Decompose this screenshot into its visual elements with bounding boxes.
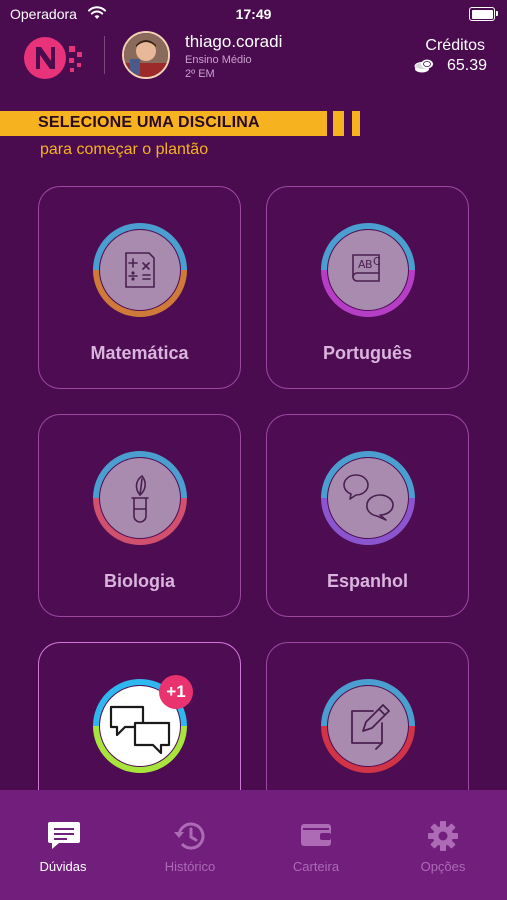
subject-card-matematica[interactable]: Matemática — [38, 186, 241, 389]
history-icon — [173, 820, 207, 857]
subject-ring — [91, 449, 189, 547]
tab-historico[interactable]: Histórico — [127, 790, 253, 880]
subject-ring — [91, 221, 189, 319]
banner-subtitle: para começar o plantão — [40, 141, 209, 158]
subject-card-portugues[interactable]: A B C Português — [266, 186, 469, 389]
subject-label: Biologia — [104, 571, 175, 591]
tab-label: Dúvidas — [39, 859, 87, 874]
header-divider — [104, 36, 105, 74]
banner-accent-bar — [352, 111, 360, 136]
svg-text:B: B — [365, 258, 373, 271]
avatar[interactable] — [122, 31, 170, 79]
banner-title: SELECIONE UMA DISCILINA — [38, 114, 260, 131]
chat-icon — [47, 820, 81, 855]
tab-bar: Dúvidas Histórico Carteira Opções — [0, 790, 507, 900]
subject-label: Português — [322, 343, 412, 363]
subject-card-biologia[interactable]: Biologia — [38, 414, 241, 617]
svg-text:C: C — [373, 255, 381, 268]
user-name: thiago.coradi — [185, 32, 283, 51]
subject-card-espanhol[interactable]: Espanhol — [266, 414, 469, 617]
tab-opcoes[interactable]: Opções — [380, 790, 506, 880]
banner-accent-bar — [333, 111, 344, 136]
user-grade: 2º EM — [185, 68, 215, 80]
tab-label: Opções — [420, 859, 466, 874]
subject-label: Espanhol — [326, 571, 408, 591]
tab-carteira[interactable]: Carteira — [253, 790, 379, 880]
status-time: 17:49 — [235, 6, 272, 22]
app-logo — [22, 34, 86, 91]
user-level: Ensino Médio — [185, 54, 252, 66]
coin-icon — [414, 58, 434, 79]
battery-icon — [469, 7, 498, 21]
wallet-icon — [299, 820, 333, 855]
credits-label: Créditos — [425, 37, 485, 54]
tab-label: Carteira — [292, 859, 340, 874]
gear-icon — [426, 820, 460, 857]
subject-ring — [319, 449, 417, 547]
tab-duvidas[interactable]: Dúvidas — [0, 790, 126, 880]
tab-label: Histórico — [164, 859, 216, 874]
notification-badge: +1 — [159, 675, 193, 709]
subject-ring: A B C — [319, 221, 417, 319]
status-bar: Operadora 17:49 — [0, 0, 507, 28]
subject-label: Matemática — [90, 343, 189, 363]
header: thiago.coradi Ensino Médio 2º EM Crédito… — [0, 28, 507, 98]
credits-value: 65.39 — [446, 57, 487, 74]
subject-ring — [319, 677, 417, 775]
